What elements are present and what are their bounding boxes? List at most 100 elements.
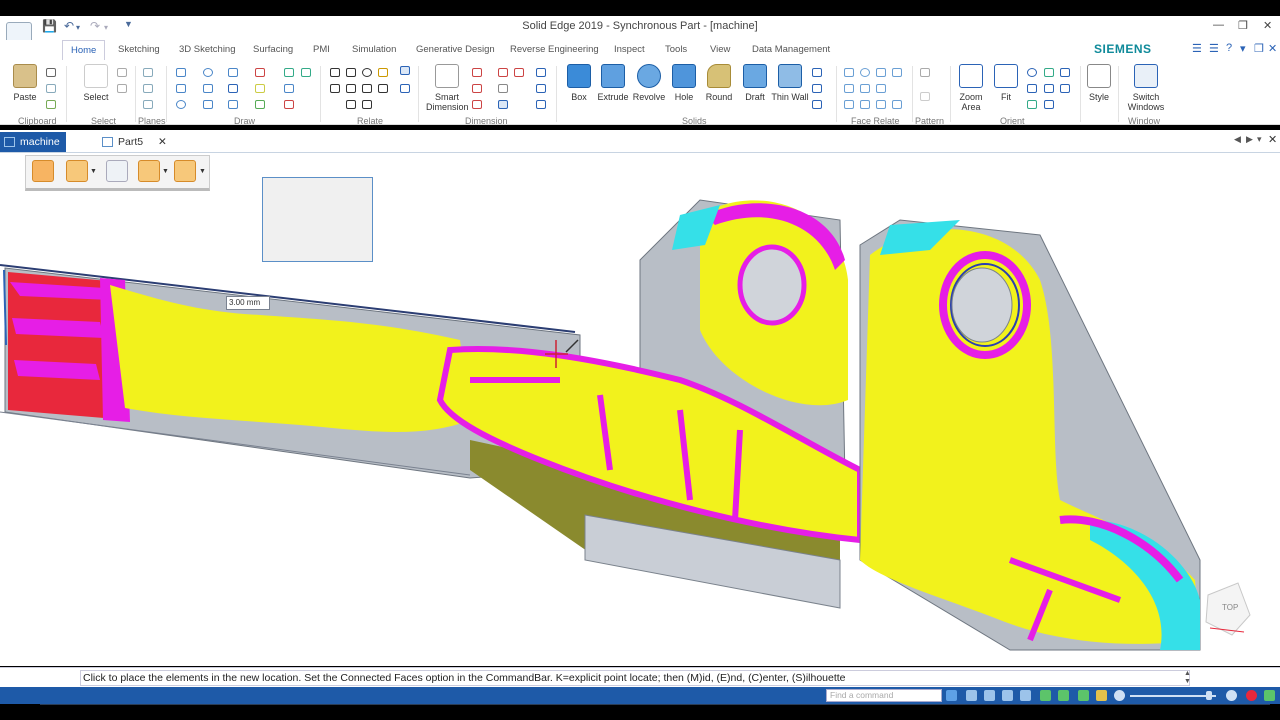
tab-pmi[interactable]: PMI (313, 44, 330, 55)
mirror-solid-icon[interactable] (812, 84, 822, 93)
curve-icon[interactable] (228, 68, 238, 77)
perpendicular-face-icon[interactable] (844, 100, 854, 109)
options-dropdown-icon[interactable]: ▼ (199, 168, 206, 175)
revolve-button[interactable]: Revolve (630, 64, 668, 102)
relate-parallel-icon[interactable] (346, 68, 356, 77)
sheet-icon[interactable] (966, 690, 977, 701)
offset-face-icon[interactable] (876, 84, 886, 93)
format-painter-icon[interactable] (46, 100, 56, 109)
include-icon[interactable] (284, 100, 294, 109)
thin-wall-button[interactable]: Thin Wall (771, 64, 809, 102)
origin-dropdown-icon[interactable]: ▼ (90, 168, 97, 175)
scroll-right-icon[interactable]: ▶ (1246, 134, 1253, 145)
tab-view[interactable]: View (710, 44, 730, 55)
relate-symmetric-icon[interactable] (346, 100, 356, 109)
select-filter-icon[interactable] (117, 68, 127, 77)
relationship-handles-icon[interactable] (400, 66, 410, 75)
named-views-icon[interactable] (1044, 84, 1054, 93)
smart-dimension-button[interactable]: Smart Dimension (426, 64, 469, 112)
close-window-icon[interactable]: ✕ (1263, 19, 1272, 32)
face-lock-icon[interactable] (892, 100, 902, 109)
relate-rigid-icon[interactable] (378, 84, 388, 93)
zone-icon[interactable] (301, 68, 311, 77)
view-orientation-icon[interactable] (1044, 100, 1054, 109)
pan-icon[interactable] (1027, 84, 1037, 93)
coordinate-dimension-icon[interactable] (472, 100, 482, 109)
close-tab-icon[interactable]: ✕ (158, 136, 167, 148)
parallel-face-icon[interactable] (844, 84, 854, 93)
dimension-table-icon[interactable] (498, 100, 508, 109)
tab-inspect[interactable]: Inspect (614, 44, 645, 55)
upload-icon[interactable] (1264, 690, 1275, 701)
paste-button[interactable]: Paste (6, 64, 44, 102)
zoom-in-icon[interactable] (1226, 690, 1237, 701)
zoom-slider-thumb[interactable] (1206, 691, 1212, 700)
shading-icon[interactable] (1096, 690, 1107, 701)
sketch-view-icon[interactable] (1044, 68, 1054, 77)
copy-command-icon[interactable] (106, 160, 128, 182)
fillet-icon[interactable] (203, 100, 213, 109)
pan-view-icon[interactable] (1058, 690, 1069, 701)
relate-connect-icon[interactable] (330, 68, 340, 77)
rotate-icon[interactable] (255, 100, 265, 109)
tab-list-icon[interactable]: ▾ (1257, 134, 1262, 145)
draft-button[interactable]: Draft (736, 64, 774, 102)
relate-concentric-icon[interactable] (362, 68, 372, 77)
zoom-view-icon[interactable] (984, 690, 995, 701)
help-dropdown-icon[interactable]: ▾ (1240, 42, 1246, 55)
rotate-view-status-icon[interactable] (1040, 690, 1051, 701)
fill-icon[interactable] (284, 68, 294, 77)
arc-icon[interactable] (203, 68, 213, 77)
stop-icon[interactable] (1246, 690, 1257, 701)
tab-home[interactable]: Home (62, 40, 106, 60)
doc-tab-part5[interactable]: Part5 ✕ (98, 132, 173, 152)
annotation-icon[interactable] (536, 68, 546, 77)
extrude-button[interactable]: Extrude (594, 64, 632, 102)
tab-tools[interactable]: Tools (665, 44, 687, 55)
zoom-area-button[interactable]: Zoom Area (952, 64, 990, 112)
previous-view-icon[interactable] (1060, 68, 1070, 77)
relate-tangent-icon[interactable] (362, 100, 372, 109)
tab-sketching[interactable]: Sketching (118, 44, 160, 55)
polygon-icon[interactable] (203, 84, 213, 93)
relate-perpendicular-icon[interactable] (362, 84, 372, 93)
minimize-icon[interactable]: — (1213, 19, 1224, 31)
close-document-icon[interactable]: ✕ (1268, 133, 1277, 146)
parallel-plane-icon[interactable] (143, 84, 153, 93)
tab-3d-sketching[interactable]: 3D Sketching (179, 44, 236, 55)
rotate-view-icon[interactable] (1027, 100, 1037, 109)
view-settings-icon[interactable] (1060, 84, 1070, 93)
move-command-icon[interactable] (32, 160, 54, 182)
rectangle-icon[interactable] (176, 84, 186, 93)
round-button[interactable]: Round (700, 64, 738, 102)
concentric-face-icon[interactable] (860, 68, 870, 77)
copy-icon[interactable] (46, 84, 56, 93)
offset-icon[interactable] (228, 84, 238, 93)
help-icon[interactable]: ? (1226, 42, 1232, 54)
select-button[interactable]: Select (77, 64, 115, 102)
dimension-style-icon[interactable] (498, 84, 508, 93)
relate-equal-icon[interactable] (346, 84, 356, 93)
tab-data-management[interactable]: Data Management (752, 44, 830, 55)
symmetric-face-icon[interactable] (860, 100, 870, 109)
model-view[interactable]: TOP (0, 153, 1280, 666)
horizontal-face-icon[interactable] (876, 68, 886, 77)
relate-horizontal-icon[interactable] (330, 84, 340, 93)
coplanar-icon[interactable] (844, 68, 854, 77)
aligned-face-icon[interactable] (876, 100, 886, 109)
callout-icon[interactable] (536, 100, 546, 109)
spin-icon[interactable] (1078, 690, 1089, 701)
pattern-fill-icon[interactable] (920, 92, 930, 101)
zoom-icon[interactable] (1027, 68, 1037, 77)
options-icon[interactable] (174, 160, 196, 182)
relate-lock-icon[interactable] (378, 68, 388, 77)
style-button[interactable]: Style (1080, 64, 1118, 102)
scroll-left-icon[interactable]: ◀ (1234, 134, 1241, 145)
symmetric-diameter-icon[interactable] (498, 68, 508, 77)
add-body-icon[interactable] (812, 100, 822, 109)
find-command-input[interactable]: Find a command (826, 689, 942, 702)
ribbon-close-icon[interactable]: ✕ (1268, 42, 1277, 55)
move-icon[interactable] (255, 84, 265, 93)
tab-generative-design[interactable]: Generative Design (416, 44, 495, 55)
restore-icon[interactable]: ❐ (1238, 19, 1248, 32)
